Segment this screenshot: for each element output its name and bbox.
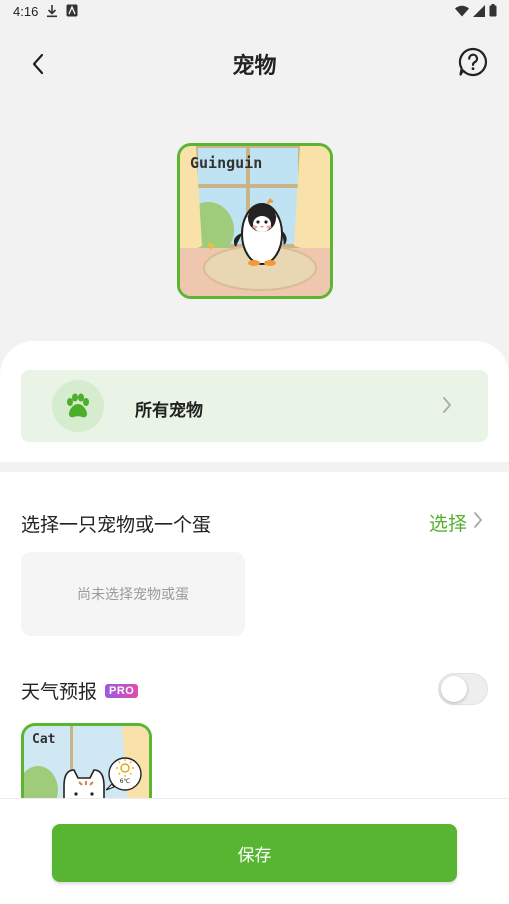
pet-name-label: Guinguin	[190, 154, 263, 172]
pro-badge: PRO	[105, 683, 139, 698]
pet-preview-image[interactable]: Guinguin	[177, 143, 333, 299]
section-divider	[0, 462, 509, 472]
app-bar: 宠物	[0, 36, 509, 88]
font-icon	[66, 4, 78, 21]
battery-icon	[489, 4, 497, 20]
signal-icon	[473, 4, 485, 20]
chevron-right-icon	[473, 511, 483, 534]
status-time: 4:16	[13, 4, 39, 19]
toggle-knob	[441, 676, 467, 702]
selected-pet-slot[interactable]: 尚未选择宠物或蛋	[21, 552, 245, 636]
paw-icon	[67, 393, 89, 418]
save-button[interactable]: 保存	[52, 824, 457, 882]
wifi-icon	[455, 5, 469, 20]
weather-temp: 6℃	[120, 778, 131, 785]
help-circle-icon	[458, 47, 488, 77]
weather-preview-image: 6℃ Cat	[21, 723, 152, 803]
chevron-right-icon	[442, 396, 452, 418]
weather-label: 天气预报	[21, 681, 98, 703]
bottom-action-bar: 保存	[0, 798, 509, 904]
weather-row: 天气预报 PRO	[21, 677, 139, 704]
all-pets-label: 所有宠物	[135, 401, 203, 421]
all-pets-button[interactable]: 所有宠物	[21, 370, 488, 442]
page-title: 宠物	[232, 54, 277, 79]
select-pet-label: 选择	[428, 513, 467, 535]
status-bar: 4:16	[0, 0, 509, 24]
download-icon	[46, 4, 58, 21]
weather-preview-label: Cat	[32, 732, 56, 747]
select-pet-button[interactable]: 选择	[429, 509, 483, 536]
selected-pet-placeholder: 尚未选择宠物或蛋	[77, 587, 189, 603]
help-button[interactable]	[457, 46, 489, 78]
weather-toggle[interactable]	[438, 673, 488, 705]
pet-select-label: 选择一只宠物或一个蛋	[21, 514, 212, 536]
paw-icon-circle	[52, 380, 104, 432]
save-label: 保存	[237, 845, 272, 866]
